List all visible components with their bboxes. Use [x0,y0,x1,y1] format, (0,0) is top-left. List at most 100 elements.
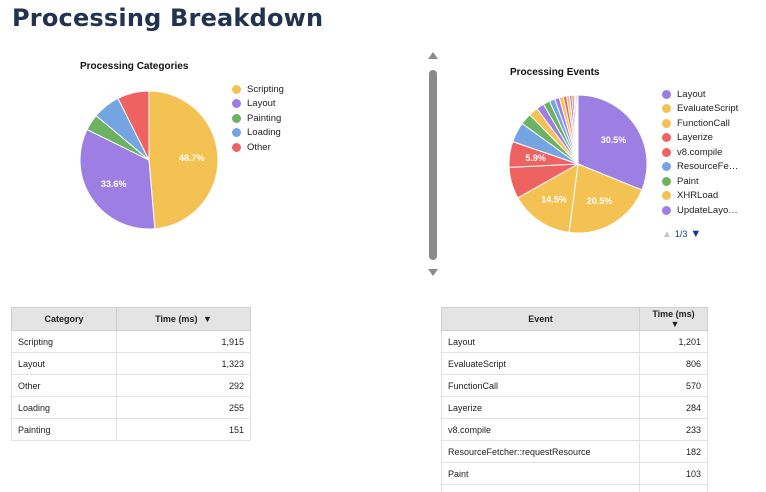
category-table-row[interactable]: Other 292 [11,374,251,397]
categories-legend-item[interactable]: Other [232,140,284,155]
name-cell: ResourceFetcher::requestResource [441,440,640,463]
time-cell: 570 [639,374,708,397]
sort-descending-icon: ▼ [670,319,680,329]
pie-slice-label: 14.5% [541,194,567,204]
legend-dot-icon [232,99,241,109]
legend-dot-icon [662,191,671,201]
legend-label: Scripting [247,83,284,95]
pie-slice-label: 5.9% [525,153,546,163]
legend-dot-icon [662,118,671,128]
legend-next-icon[interactable]: ▼ [690,228,701,240]
name-cell: Scripting [11,330,117,353]
pie-slice-label: 48.7% [179,153,205,163]
time-cell: 1,915 [116,330,251,353]
legend-label: Layout [247,98,276,110]
scroll-down-icon[interactable] [428,269,438,276]
event-table-row[interactable]: ResourceFetcher::requestResource 182 [441,440,708,463]
categories-legend-item[interactable]: Layout [232,97,284,112]
legend-label: XHRLoad [677,190,719,202]
event-table-viewport[interactable]: Event Time (ms) ▼ Layout 1,201 EvaluateScr… [441,307,709,492]
event-table-row[interactable]: EvaluateScript 806 [441,352,708,375]
category-table-row[interactable]: Scripting 1,915 [11,330,251,353]
categories-legend: Scripting Layout Painting Loading Other [232,82,284,155]
legend-label: Other [247,141,271,153]
category-table: Category Time (ms) ▼ Scripting 1,915 Layou… [11,307,251,441]
events-pie-chart: 30.5% 20.5% 14.5% 5.9% [508,94,648,234]
events-legend-item[interactable]: FunctionCall [662,116,738,131]
legend-label: EvaluateScript [677,103,739,115]
legend-label: UpdateLayo… [677,204,738,216]
legend-label: Loading [247,127,281,139]
events-legend-item[interactable]: ResourceFe… [662,160,738,175]
event-table-row[interactable]: v8.compile 233 [441,418,708,441]
charts-scrollbar[interactable] [426,50,440,278]
time-cell: 284 [639,396,708,419]
legend-label: v8.compile [677,146,723,158]
event-table-row[interactable]: Layerize 284 [441,396,708,419]
events-legend-item[interactable]: Paint [662,174,738,189]
legend-prev-icon[interactable]: ▲ [662,229,672,240]
event-table-row[interactable]: Layout 1,201 [441,330,708,353]
time-cell: 255 [116,396,251,419]
name-cell: Paint [441,462,640,485]
scroll-thumb[interactable] [429,70,437,260]
legend-label: Painting [247,112,282,124]
categories-legend-item[interactable]: Loading [232,126,284,141]
events-legend-item[interactable]: Layout [662,87,738,102]
category-table-header-row: Category Time (ms) ▼ [11,307,251,331]
event-table-header-row: Event Time (ms) ▼ [441,307,708,331]
event-table-row[interactable]: Paint 103 [441,462,708,485]
legend-dot-icon [232,84,241,94]
name-cell: XHRLoad [441,484,640,492]
sort-descending-icon: ▼ [202,314,212,324]
legend-label: Layerize [677,132,713,144]
legend-label: Paint [677,175,699,187]
events-legend-item[interactable]: v8.compile [662,145,738,160]
legend-dot-icon [662,147,671,157]
legend-dot-icon [662,89,671,99]
legend-label: FunctionCall [677,117,730,129]
events-legend-item[interactable]: Layerize [662,131,738,146]
event-table-row[interactable]: XHRLoad85 [441,484,708,492]
categories-legend-item[interactable]: Painting [232,111,284,126]
events-chart-title: Processing Events [510,67,600,78]
category-column-header[interactable]: Category [11,307,117,331]
name-cell: Painting [11,418,117,441]
name-cell: Other [11,374,117,397]
legend-page-indicator: 1/3 [674,229,688,239]
name-cell: Layout [11,352,117,375]
legend-dot-icon [662,176,671,186]
legend-pager: ▲ 1/3 ▼ [662,228,701,240]
time-cell: 292 [116,374,251,397]
events-legend-item[interactable]: XHRLoad [662,189,738,204]
event-table-row[interactable]: FunctionCall 570 [441,374,708,397]
events-legend-item[interactable]: EvaluateScript [662,102,738,117]
category-table-row[interactable]: Loading 255 [11,396,251,419]
legend-dot-icon [232,113,241,123]
categories-chart-title: Processing Categories [80,61,189,72]
name-cell: EvaluateScript [441,352,640,375]
scroll-up-icon[interactable] [428,52,438,59]
name-cell: Layerize [441,396,640,419]
events-legend-item[interactable]: UpdateLayo… [662,203,738,218]
category-time-column-header[interactable]: Time (ms) ▼ [116,307,251,331]
pie-slice-label: 33.6% [101,179,127,189]
category-table-row[interactable]: Painting 151 [11,418,251,441]
time-cell: 182 [639,440,708,463]
legend-dot-icon [662,133,671,143]
legend-label: Layout [677,88,706,100]
name-cell: FunctionCall [441,374,640,397]
categories-legend-item[interactable]: Scripting [232,82,284,97]
time-cell: 85 [639,484,708,492]
legend-dot-icon [232,128,241,138]
time-cell: 1,201 [639,330,708,353]
event-time-column-header[interactable]: Time (ms) ▼ [639,307,708,331]
pie-slice-label: 30.5% [601,135,627,145]
name-cell: Loading [11,396,117,419]
event-column-header[interactable]: Event [441,307,640,331]
legend-dot-icon [662,104,671,114]
categories-pie-chart: 48.7% 33.6% [79,90,219,230]
time-cell: 233 [639,418,708,441]
category-table-row[interactable]: Layout 1,323 [11,352,251,375]
time-cell: 151 [116,418,251,441]
